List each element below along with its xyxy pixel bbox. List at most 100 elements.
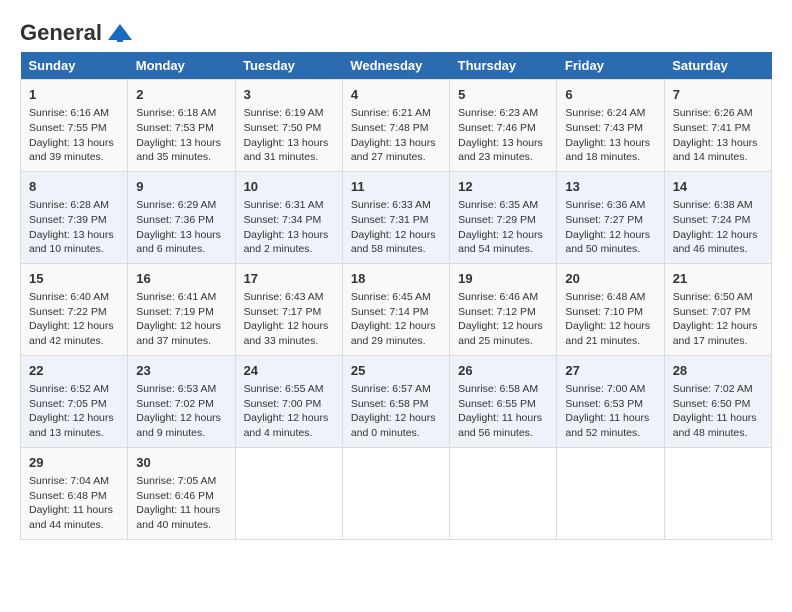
day-number: 28: [673, 362, 763, 380]
page-header: General: [20, 20, 772, 42]
weekday-header-row: SundayMondayTuesdayWednesdayThursdayFrid…: [21, 52, 772, 80]
day-number: 20: [565, 270, 655, 288]
calendar-cell: 2 Sunrise: 6:18 AM Sunset: 7:53 PM Daylig…: [128, 80, 235, 172]
day-number: 18: [351, 270, 441, 288]
day-number: 2: [136, 86, 226, 104]
day-number: 13: [565, 178, 655, 196]
calendar-cell: 19 Sunrise: 6:46 AM Sunset: 7:12 PM Dayli…: [450, 263, 557, 355]
day-number: 6: [565, 86, 655, 104]
calendar-cell: 22 Sunrise: 6:52 AM Sunset: 7:05 PM Dayli…: [21, 355, 128, 447]
calendar-cell: 16 Sunrise: 6:41 AM Sunset: 7:19 PM Dayli…: [128, 263, 235, 355]
day-info: Sunrise: 6:19 AM Sunset: 7:50 PM Dayligh…: [244, 106, 334, 165]
calendar-cell: 13 Sunrise: 6:36 AM Sunset: 7:27 PM Dayli…: [557, 171, 664, 263]
day-info: Sunrise: 7:00 AM Sunset: 6:53 PM Dayligh…: [565, 382, 655, 441]
calendar-table: SundayMondayTuesdayWednesdayThursdayFrid…: [20, 52, 772, 540]
calendar-cell: [450, 447, 557, 539]
calendar-cell: 15Sunrise: 6:40 AM Sunset: 7:22 PM Dayli…: [21, 263, 128, 355]
day-info: Sunrise: 6:24 AM Sunset: 7:43 PM Dayligh…: [565, 106, 655, 165]
day-info: Sunrise: 6:45 AM Sunset: 7:14 PM Dayligh…: [351, 290, 441, 349]
day-number: 21: [673, 270, 763, 288]
weekday-header-sunday: Sunday: [21, 52, 128, 80]
week-row-4: 22 Sunrise: 6:52 AM Sunset: 7:05 PM Dayli…: [21, 355, 772, 447]
calendar-cell: 10Sunrise: 6:31 AM Sunset: 7:34 PM Dayli…: [235, 171, 342, 263]
day-info: Sunrise: 6:53 AM Sunset: 7:02 PM Dayligh…: [136, 382, 226, 441]
day-info: Sunrise: 6:23 AM Sunset: 7:46 PM Dayligh…: [458, 106, 548, 165]
calendar-cell: 30 Sunrise: 7:05 AM Sunset: 6:46 PM Dayli…: [128, 447, 235, 539]
calendar-cell: 25Sunrise: 6:57 AM Sunset: 6:58 PM Dayli…: [342, 355, 449, 447]
day-info: Sunrise: 6:26 AM Sunset: 7:41 PM Dayligh…: [673, 106, 763, 165]
logo-general: General: [20, 20, 102, 46]
calendar-cell: 6 Sunrise: 6:24 AM Sunset: 7:43 PM Daylig…: [557, 80, 664, 172]
day-info: Sunrise: 6:55 AM Sunset: 7:00 PM Dayligh…: [244, 382, 334, 441]
logo-icon: [106, 22, 134, 44]
day-number: 11: [351, 178, 441, 196]
day-info: Sunrise: 7:02 AM Sunset: 6:50 PM Dayligh…: [673, 382, 763, 441]
weekday-header-thursday: Thursday: [450, 52, 557, 80]
calendar-cell: 18 Sunrise: 6:45 AM Sunset: 7:14 PM Dayli…: [342, 263, 449, 355]
day-number: 24: [244, 362, 334, 380]
day-number: 4: [351, 86, 441, 104]
day-info: Sunrise: 6:46 AM Sunset: 7:12 PM Dayligh…: [458, 290, 548, 349]
day-number: 26: [458, 362, 548, 380]
calendar-cell: 20 Sunrise: 6:48 AM Sunset: 7:10 PM Dayli…: [557, 263, 664, 355]
day-number: 17: [244, 270, 334, 288]
calendar-cell: 8 Sunrise: 6:28 AM Sunset: 7:39 PM Daylig…: [21, 171, 128, 263]
calendar-cell: 9 Sunrise: 6:29 AM Sunset: 7:36 PM Daylig…: [128, 171, 235, 263]
day-number: 8: [29, 178, 119, 196]
day-number: 12: [458, 178, 548, 196]
calendar-cell: 21 Sunrise: 6:50 AM Sunset: 7:07 PM Dayli…: [664, 263, 771, 355]
calendar-cell: 24 Sunrise: 6:55 AM Sunset: 7:00 PM Dayli…: [235, 355, 342, 447]
day-info: Sunrise: 6:41 AM Sunset: 7:19 PM Dayligh…: [136, 290, 226, 349]
calendar-cell: [664, 447, 771, 539]
day-number: 9: [136, 178, 226, 196]
day-info: Sunrise: 7:05 AM Sunset: 6:46 PM Dayligh…: [136, 474, 226, 533]
week-row-5: 29 Sunrise: 7:04 AM Sunset: 6:48 PM Dayli…: [21, 447, 772, 539]
calendar-cell: 29 Sunrise: 7:04 AM Sunset: 6:48 PM Dayli…: [21, 447, 128, 539]
day-info: Sunrise: 6:57 AM Sunset: 6:58 PM Dayligh…: [351, 382, 441, 441]
day-info: Sunrise: 7:04 AM Sunset: 6:48 PM Dayligh…: [29, 474, 119, 533]
day-info: Sunrise: 6:18 AM Sunset: 7:53 PM Dayligh…: [136, 106, 226, 165]
day-info: Sunrise: 6:16 AM Sunset: 7:55 PM Dayligh…: [29, 106, 119, 165]
calendar-cell: [235, 447, 342, 539]
calendar-cell: 12 Sunrise: 6:35 AM Sunset: 7:29 PM Dayli…: [450, 171, 557, 263]
day-number: 15: [29, 270, 119, 288]
calendar-cell: 4 Sunrise: 6:21 AM Sunset: 7:48 PM Daylig…: [342, 80, 449, 172]
day-info: Sunrise: 6:28 AM Sunset: 7:39 PM Dayligh…: [29, 198, 119, 257]
day-number: 3: [244, 86, 334, 104]
weekday-header-wednesday: Wednesday: [342, 52, 449, 80]
day-info: Sunrise: 6:29 AM Sunset: 7:36 PM Dayligh…: [136, 198, 226, 257]
calendar-cell: 26 Sunrise: 6:58 AM Sunset: 6:55 PM Dayli…: [450, 355, 557, 447]
day-info: Sunrise: 6:48 AM Sunset: 7:10 PM Dayligh…: [565, 290, 655, 349]
calendar-cell: 11 Sunrise: 6:33 AM Sunset: 7:31 PM Dayli…: [342, 171, 449, 263]
week-row-2: 8 Sunrise: 6:28 AM Sunset: 7:39 PM Daylig…: [21, 171, 772, 263]
calendar-cell: 27 Sunrise: 7:00 AM Sunset: 6:53 PM Dayli…: [557, 355, 664, 447]
weekday-header-tuesday: Tuesday: [235, 52, 342, 80]
calendar-cell: 5Sunrise: 6:23 AM Sunset: 7:46 PM Daylig…: [450, 80, 557, 172]
day-number: 16: [136, 270, 226, 288]
calendar-cell: 23 Sunrise: 6:53 AM Sunset: 7:02 PM Dayli…: [128, 355, 235, 447]
calendar-cell: 7Sunrise: 6:26 AM Sunset: 7:41 PM Daylig…: [664, 80, 771, 172]
day-number: 14: [673, 178, 763, 196]
day-number: 22: [29, 362, 119, 380]
day-info: Sunrise: 6:35 AM Sunset: 7:29 PM Dayligh…: [458, 198, 548, 257]
day-number: 29: [29, 454, 119, 472]
weekday-header-monday: Monday: [128, 52, 235, 80]
day-info: Sunrise: 6:21 AM Sunset: 7:48 PM Dayligh…: [351, 106, 441, 165]
day-number: 23: [136, 362, 226, 380]
day-number: 27: [565, 362, 655, 380]
day-number: 19: [458, 270, 548, 288]
day-info: Sunrise: 6:50 AM Sunset: 7:07 PM Dayligh…: [673, 290, 763, 349]
weekday-header-saturday: Saturday: [664, 52, 771, 80]
week-row-3: 15Sunrise: 6:40 AM Sunset: 7:22 PM Dayli…: [21, 263, 772, 355]
day-info: Sunrise: 6:36 AM Sunset: 7:27 PM Dayligh…: [565, 198, 655, 257]
day-number: 10: [244, 178, 334, 196]
calendar-cell: 28 Sunrise: 7:02 AM Sunset: 6:50 PM Dayli…: [664, 355, 771, 447]
weekday-header-friday: Friday: [557, 52, 664, 80]
day-number: 30: [136, 454, 226, 472]
day-number: 1: [29, 86, 119, 104]
day-info: Sunrise: 6:58 AM Sunset: 6:55 PM Dayligh…: [458, 382, 548, 441]
day-info: Sunrise: 6:33 AM Sunset: 7:31 PM Dayligh…: [351, 198, 441, 257]
calendar-cell: [557, 447, 664, 539]
calendar-cell: 17Sunrise: 6:43 AM Sunset: 7:17 PM Dayli…: [235, 263, 342, 355]
day-info: Sunrise: 6:52 AM Sunset: 7:05 PM Dayligh…: [29, 382, 119, 441]
